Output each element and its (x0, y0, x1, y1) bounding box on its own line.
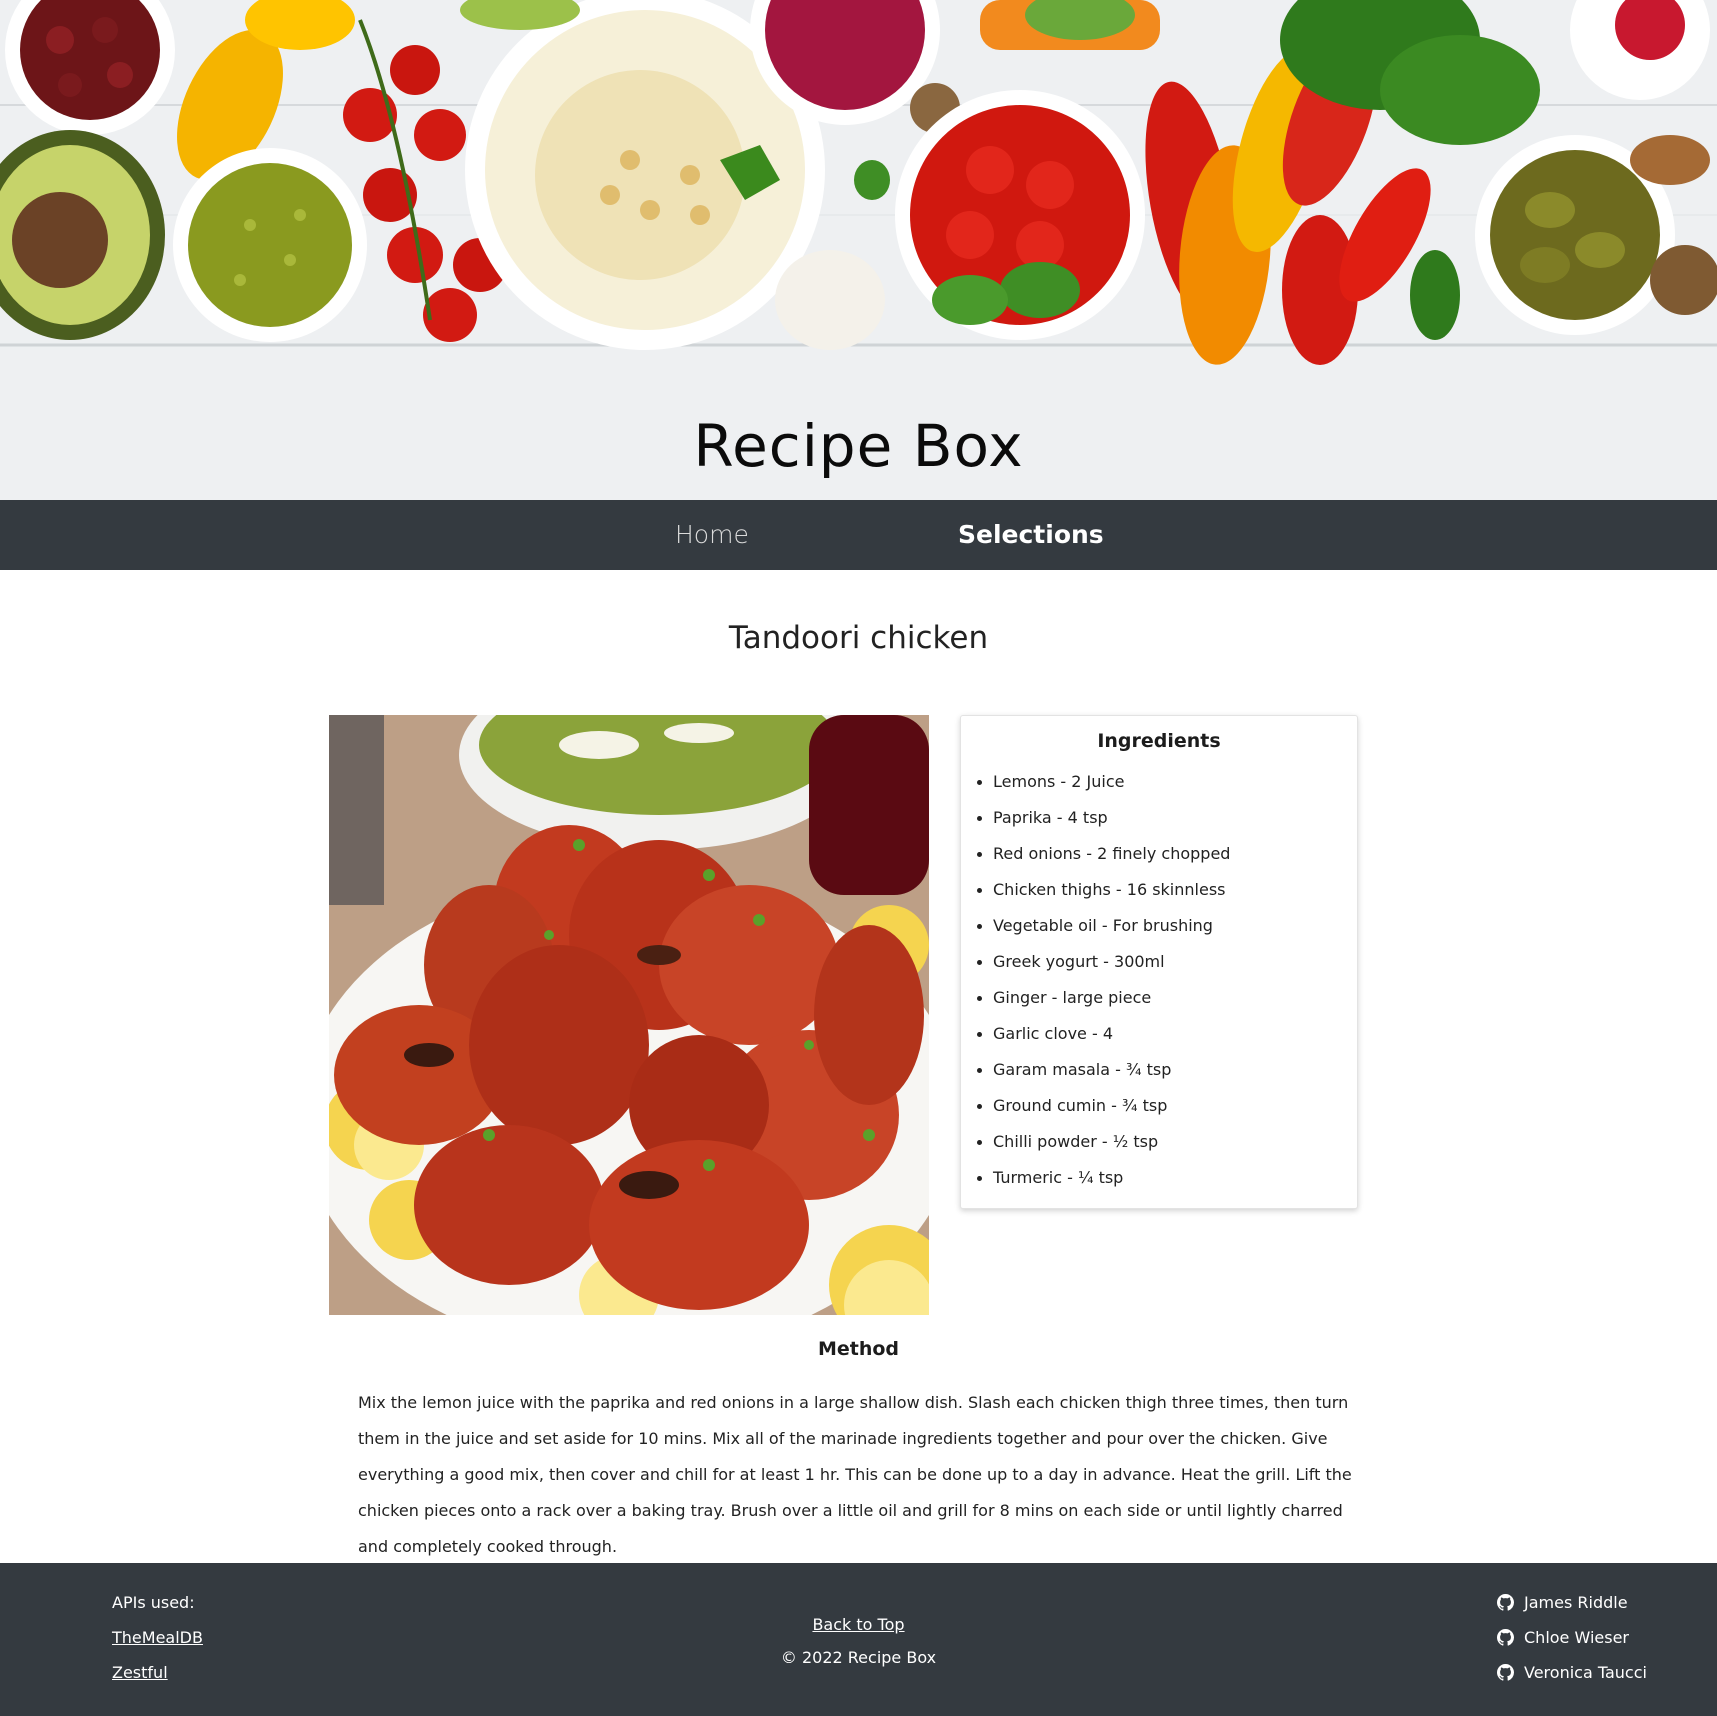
recipe-photo (329, 715, 929, 1315)
github-icon (1497, 1594, 1514, 1611)
ingredient-item: Garam masala - ¾ tsp (975, 1052, 1357, 1088)
ingredient-item: Turmeric - ¼ tsp (975, 1160, 1357, 1196)
author-link[interactable]: Veronica Taucci (1497, 1655, 1647, 1690)
main-nav: Home Selections (0, 500, 1717, 570)
ingredient-item: Chicken thighs - 16 skinnless (975, 872, 1357, 908)
ingredient-item: Garlic clove - 4 (975, 1016, 1357, 1052)
site-title: Recipe Box (693, 412, 1024, 480)
ingredient-item: Ground cumin - ¾ tsp (975, 1088, 1357, 1124)
ingredient-item: Vegetable oil - For brushing (975, 908, 1357, 944)
method-heading: Method (817, 1338, 900, 1360)
ingredients-list: Lemons - 2 Juice Paprika - 4 tsp Red oni… (961, 764, 1357, 1196)
copyright: © 2022 Recipe Box (780, 1648, 937, 1667)
ingredient-item: Red onions - 2 finely chopped (975, 836, 1357, 872)
nav-selections-link[interactable]: Selections (958, 500, 1104, 570)
author-name: Veronica Taucci (1524, 1663, 1647, 1682)
github-icon (1497, 1664, 1514, 1681)
ingredient-item: Paprika - 4 tsp (975, 800, 1357, 836)
nav-home-link[interactable]: Home (675, 500, 749, 570)
method-text: Mix the lemon juice with the paprika and… (358, 1393, 1352, 1556)
ingredient-item: Greek yogurt - 300ml (975, 944, 1357, 980)
footer: APIs used: TheMealDB Zestful Back to Top… (0, 1563, 1717, 1716)
github-icon (1497, 1629, 1514, 1646)
ingredients-heading: Ingredients (1097, 730, 1221, 752)
author-name: James Riddle (1524, 1593, 1628, 1612)
author-link[interactable]: Chloe Wieser (1497, 1620, 1647, 1655)
author-name: Chloe Wieser (1524, 1628, 1629, 1647)
author-link[interactable]: James Riddle (1497, 1585, 1647, 1620)
recipe-title: Tandoori chicken (728, 620, 989, 656)
footer-authors: James Riddle Chloe Wieser Veronica Taucc… (1497, 1585, 1647, 1690)
back-to-top-link[interactable]: Back to Top (812, 1607, 904, 1642)
ingredient-item: Ginger - large piece (975, 980, 1357, 1016)
footer-center: Back to Top © 2022 Recipe Box (0, 1607, 1717, 1677)
ingredient-item: Chilli powder - ½ tsp (975, 1124, 1357, 1160)
hero-banner: Recipe Box (0, 0, 1717, 500)
ingredients-card: Ingredients Lemons - 2 Juice Paprika - 4… (960, 715, 1358, 1209)
ingredient-item: Lemons - 2 Juice (975, 764, 1357, 800)
